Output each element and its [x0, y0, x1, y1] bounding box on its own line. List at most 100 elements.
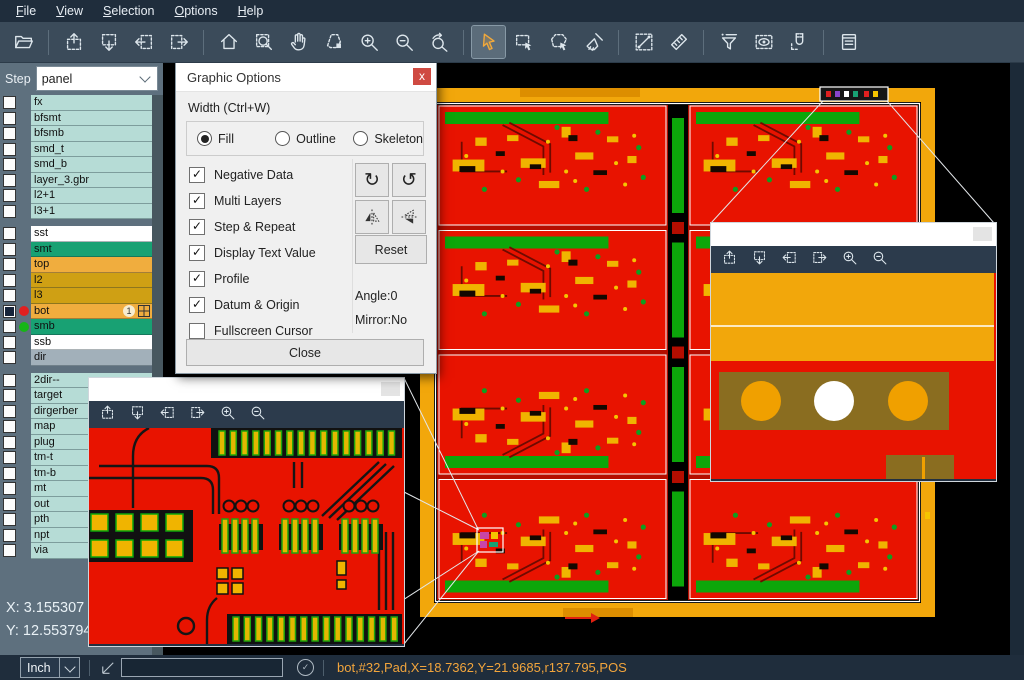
magnifier-view-right[interactable] [711, 273, 996, 479]
zoom-in-button[interactable] [219, 404, 236, 426]
zoom-out-button[interactable] [249, 404, 266, 426]
layer-visibility-checkbox[interactable] [3, 482, 16, 495]
checkbox-display-text-value[interactable]: ✓Display Text Value [189, 245, 316, 261]
magnifier-titlebar[interactable] [89, 378, 404, 401]
pan-down-button[interactable] [129, 404, 146, 426]
radio-skeleton[interactable]: Skeleton [353, 131, 423, 146]
layer-visibility-checkbox[interactable] [3, 389, 16, 402]
layer-visibility-checkbox[interactable] [3, 174, 16, 187]
layer-name-cell[interactable]: bfsmb [31, 126, 152, 142]
layer-visibility-checkbox[interactable] [3, 544, 16, 557]
clean-brush-button[interactable] [577, 26, 610, 58]
layer-name-cell[interactable]: smb [31, 319, 152, 335]
pan-right-button[interactable] [162, 26, 195, 58]
layer-visibility-checkbox[interactable] [3, 498, 16, 511]
layer-visibility-checkbox[interactable] [3, 205, 16, 218]
pan-down-button[interactable] [751, 249, 768, 271]
layer-row-bfsmb[interactable]: bfsmb [0, 126, 152, 142]
filter-button[interactable] [712, 26, 745, 58]
open-folder-button[interactable] [7, 26, 40, 58]
rotate-ccw-button[interactable]: ↺ [392, 163, 426, 197]
select-rect-button[interactable] [507, 26, 540, 58]
checkbox-multi-layers[interactable]: ✓Multi Layers [189, 193, 281, 209]
mirror-vertical-button[interactable] [392, 200, 426, 234]
layer-name-cell[interactable]: fx [31, 95, 152, 111]
zoom-selected-button[interactable] [317, 26, 350, 58]
layer-name-cell[interactable]: l2 [31, 273, 152, 289]
magnifier-titlebar[interactable] [711, 223, 996, 246]
pan-up-button[interactable] [99, 404, 116, 426]
layer-row-bfsmt[interactable]: bfsmt [0, 111, 152, 127]
zoom-previous-button[interactable] [422, 26, 455, 58]
zoom-out-button[interactable] [871, 249, 888, 271]
checkbox-datum-origin[interactable]: ✓Datum & Origin [189, 297, 299, 313]
layer-row-ssb[interactable]: ssb [0, 335, 152, 351]
layer-visibility-checkbox[interactable] [3, 529, 16, 542]
checkbox-profile[interactable]: ✓Profile [189, 271, 249, 287]
layer-name-cell[interactable]: l2+1 [31, 188, 152, 204]
layer-name-cell[interactable]: dir [31, 350, 152, 366]
layer-name-cell[interactable]: bfsmt [31, 111, 152, 127]
rotate-cw-button[interactable]: ↻ [355, 163, 389, 197]
menu-help[interactable]: Help [228, 2, 274, 20]
layer-name-cell[interactable]: ssb [31, 335, 152, 351]
window-button[interactable] [973, 227, 992, 241]
view-eye-button[interactable] [747, 26, 780, 58]
layer-row-smt[interactable]: smt [0, 242, 152, 258]
layer-visibility-checkbox[interactable] [3, 420, 16, 433]
layer-visibility-checkbox[interactable] [3, 96, 16, 109]
layer-visibility-checkbox[interactable] [3, 189, 16, 202]
home-view-button[interactable] [212, 26, 245, 58]
layer-name-cell[interactable]: smd_b [31, 157, 152, 173]
pan-left-button[interactable] [781, 249, 798, 271]
checkbox-fullscreen-cursor[interactable]: Fullscreen Cursor [189, 323, 313, 339]
layer-row-smb[interactable]: smb [0, 319, 152, 335]
layer-name-cell[interactable]: l3+1 [31, 204, 152, 220]
layer-row-l3+1[interactable]: l3+1 [0, 204, 152, 220]
checkbox-negative-data[interactable]: ✓Negative Data [189, 167, 293, 183]
zoom-in-button[interactable] [352, 26, 385, 58]
layer-row-sst[interactable]: sst [0, 226, 152, 242]
layer-visibility-checkbox[interactable] [3, 274, 16, 287]
pan-right-button[interactable] [189, 404, 206, 426]
hand-pan-button[interactable] [282, 26, 315, 58]
layer-row-smd_b[interactable]: smd_b [0, 157, 152, 173]
measure-line-button[interactable] [627, 26, 660, 58]
radio-outline[interactable]: Outline [275, 131, 343, 146]
ruler-button[interactable] [662, 26, 695, 58]
dialog-title[interactable]: Graphic Options [176, 63, 436, 92]
layer-list-button[interactable] [832, 26, 865, 58]
layer-visibility-checkbox[interactable] [3, 436, 16, 449]
menu-selection[interactable]: Selection [93, 2, 164, 20]
layer-row-dir[interactable]: dir [0, 350, 152, 366]
layer-name-cell[interactable]: l3 [31, 288, 152, 304]
pan-down-button[interactable] [92, 26, 125, 58]
command-input[interactable] [121, 658, 283, 677]
layer-row-l3[interactable]: l3 [0, 288, 152, 304]
layer-name-cell[interactable]: bot1 [31, 304, 152, 320]
layer-name-cell[interactable]: sst [31, 226, 152, 242]
mirror-horizontal-button[interactable] [355, 200, 389, 234]
layer-row-top[interactable]: top [0, 257, 152, 273]
pan-right-button[interactable] [811, 249, 828, 271]
menu-file[interactable]: File [6, 2, 46, 20]
layer-row-fx[interactable]: fx [0, 95, 152, 111]
step-dropdown[interactable]: panel [36, 66, 158, 91]
layer-visibility-checkbox[interactable] [3, 451, 16, 464]
radio-fill[interactable]: Fill [197, 131, 265, 146]
layer-row-l2[interactable]: l2 [0, 273, 152, 289]
close-button[interactable]: Close [186, 339, 424, 366]
reset-button[interactable]: Reset [355, 235, 427, 264]
layer-visibility-checkbox[interactable] [3, 405, 16, 418]
close-icon[interactable]: x [413, 68, 431, 85]
check-circle-icon[interactable]: ✓ [297, 659, 314, 676]
zoom-in-button[interactable] [841, 249, 858, 271]
menu-view[interactable]: View [46, 2, 93, 20]
snap-magnet-button[interactable] [782, 26, 815, 58]
layer-visibility-checkbox[interactable] [3, 305, 16, 318]
layer-visibility-checkbox[interactable] [3, 158, 16, 171]
layer-name-cell[interactable]: smd_t [31, 142, 152, 158]
layer-visibility-checkbox[interactable] [3, 127, 16, 140]
zoom-window-button[interactable] [247, 26, 280, 58]
pan-up-button[interactable] [57, 26, 90, 58]
